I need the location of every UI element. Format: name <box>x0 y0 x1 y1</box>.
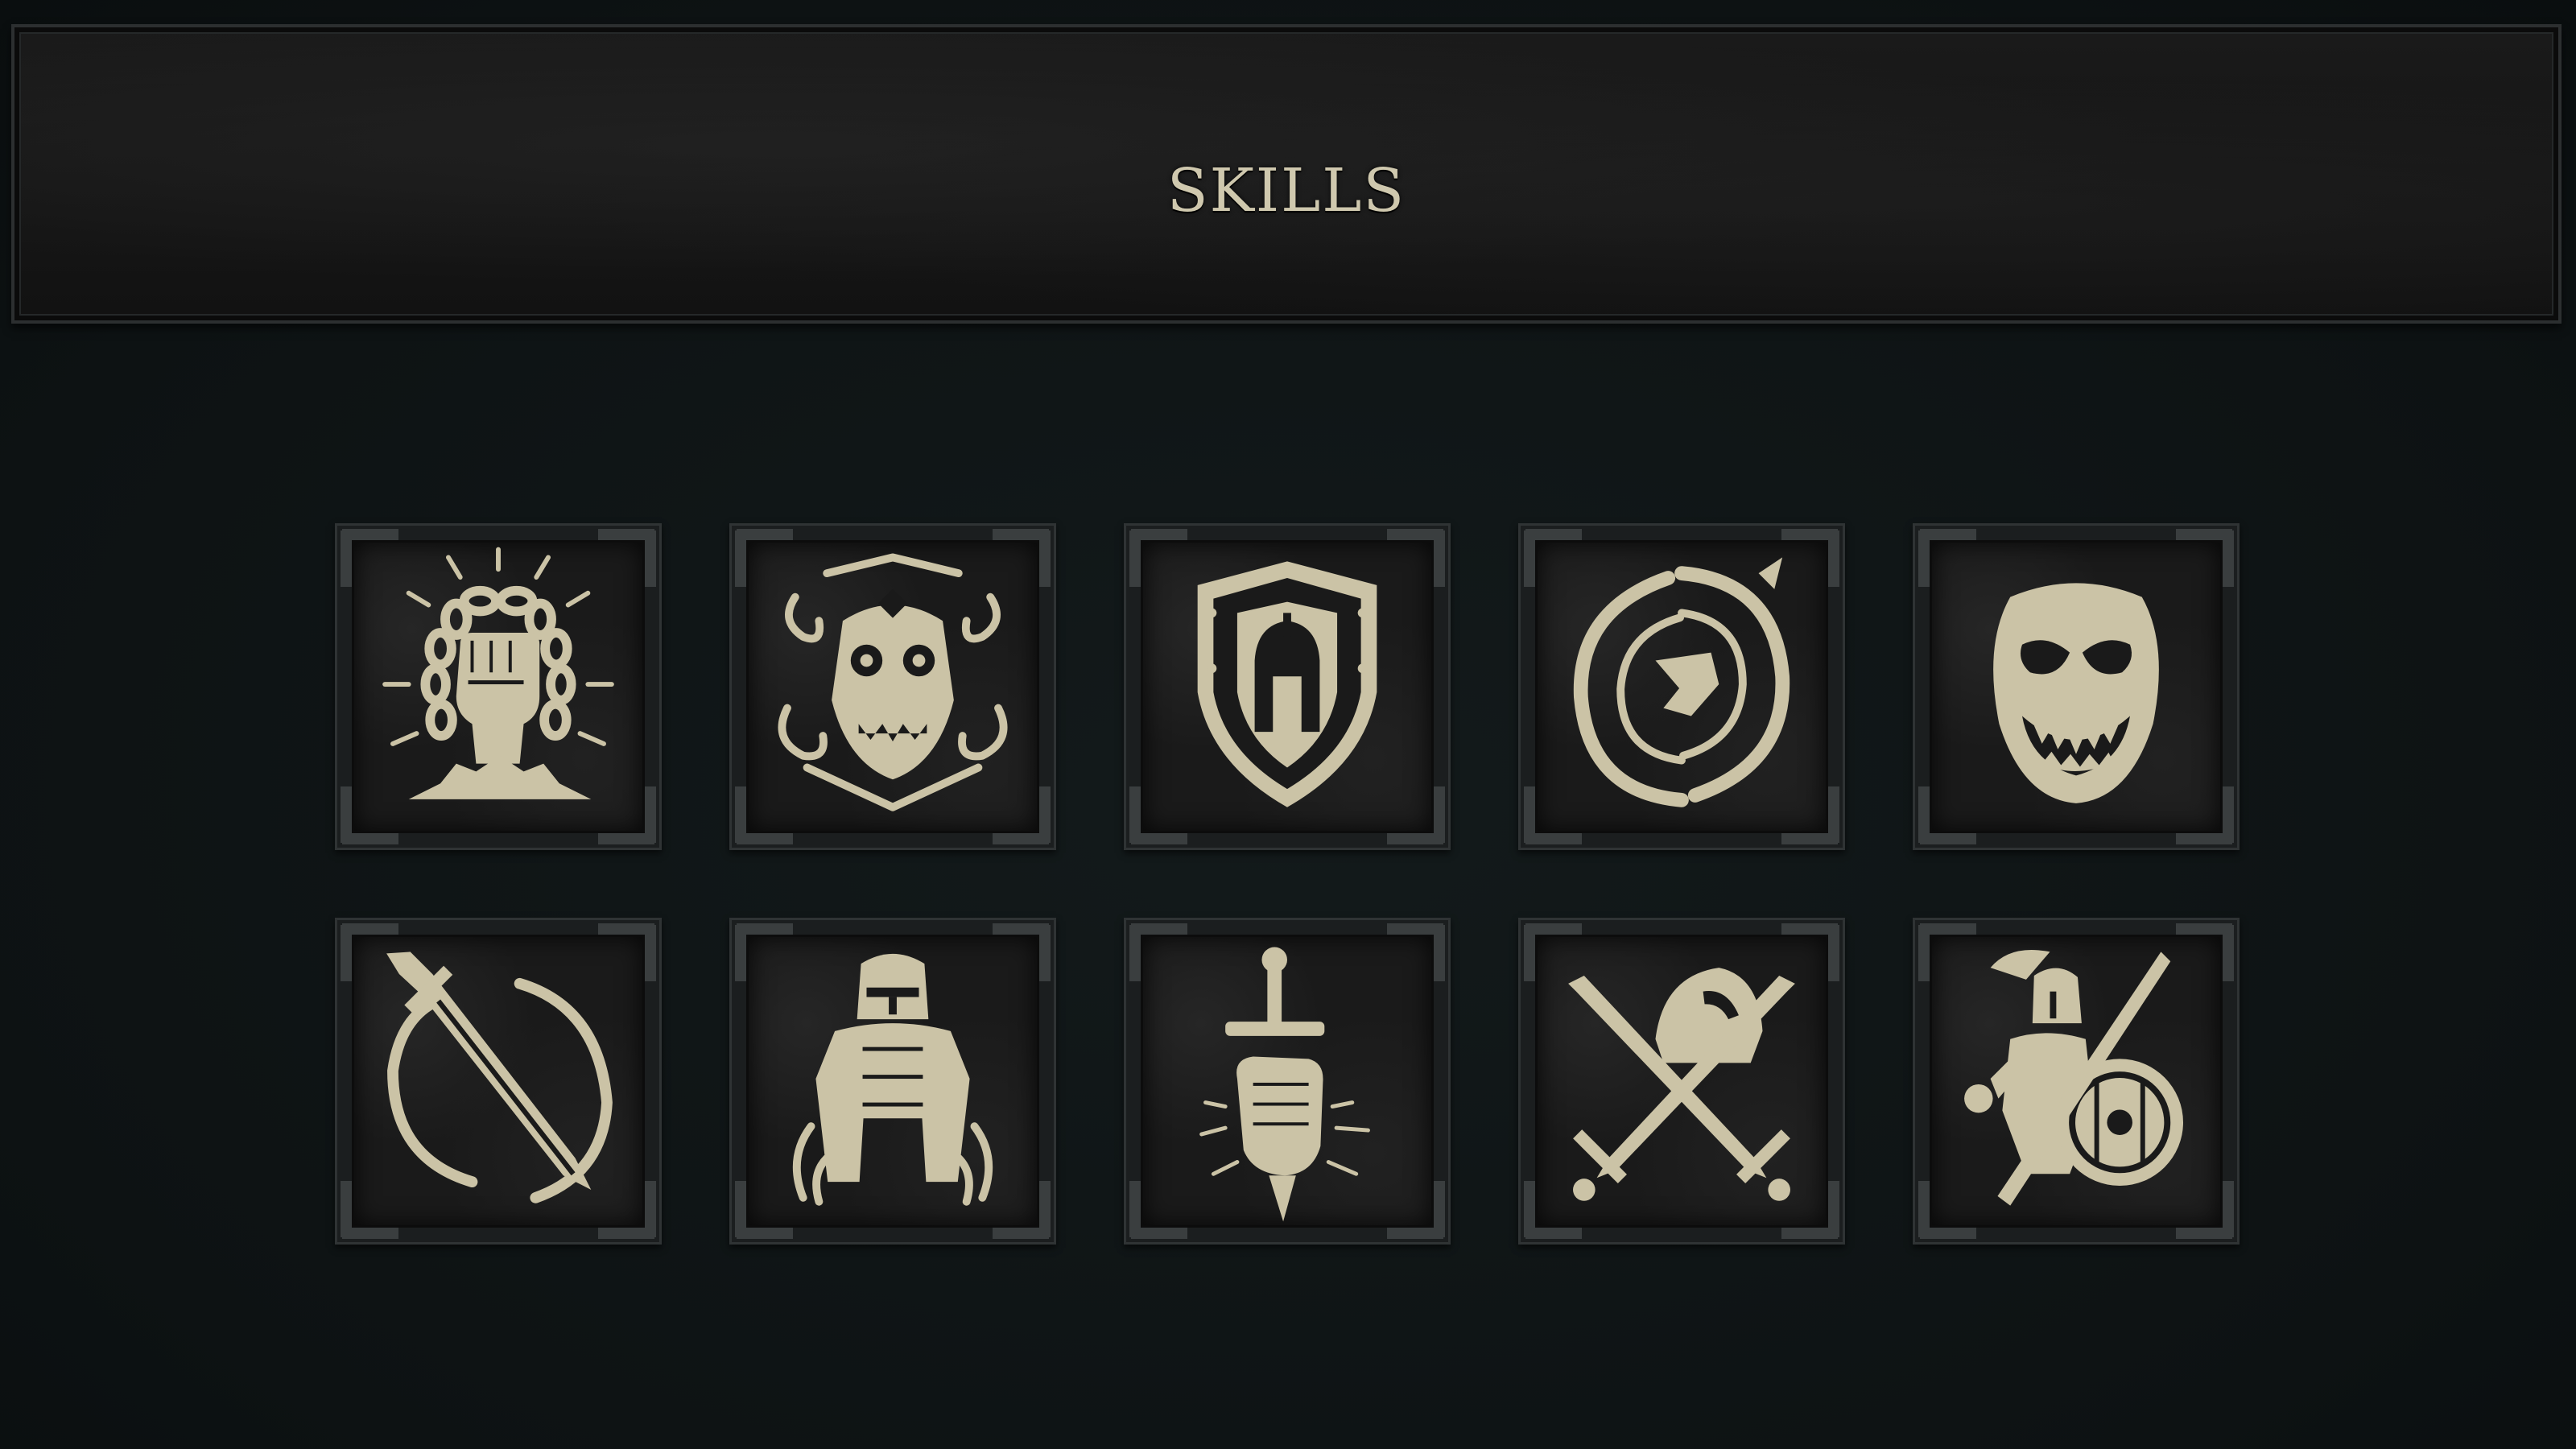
skill-slot-dragon-vortex[interactable] <box>1518 523 1845 850</box>
spartan-shield-icon <box>1197 561 1377 807</box>
armored-knight-icon <box>792 953 993 1206</box>
skill-slot-demon-mask[interactable] <box>729 523 1056 850</box>
skill-slot-spartan-warrior[interactable] <box>1913 918 2240 1245</box>
skill-slot-grinning-mask[interactable] <box>1913 523 2240 850</box>
skill-slot-flaming-sword[interactable] <box>335 918 662 1245</box>
crossed-swords-helmet-icon <box>1568 968 1795 1201</box>
title-banner: SKILLS <box>11 24 2562 324</box>
flaming-sword-icon <box>386 952 613 1203</box>
demon-mask-smoke-icon <box>778 553 1008 811</box>
skill-grid <box>335 523 2240 1253</box>
chained-fist-icon <box>382 547 614 799</box>
skill-slot-crossed-swords[interactable] <box>1518 918 1845 1245</box>
skill-slot-hand-dagger[interactable] <box>1124 918 1451 1245</box>
grinning-mask-icon <box>1993 583 2159 803</box>
spartan-warrior-icon <box>1964 949 2184 1206</box>
dragon-vortex-icon <box>1573 557 1790 807</box>
skill-slot-chained-fist[interactable] <box>335 523 662 850</box>
skill-slot-armored-knight[interactable] <box>729 918 1056 1245</box>
skill-slot-spartan-shield[interactable] <box>1124 523 1451 850</box>
page-title: SKILLS <box>1166 156 1406 225</box>
hand-dagger-icon <box>1199 947 1370 1222</box>
